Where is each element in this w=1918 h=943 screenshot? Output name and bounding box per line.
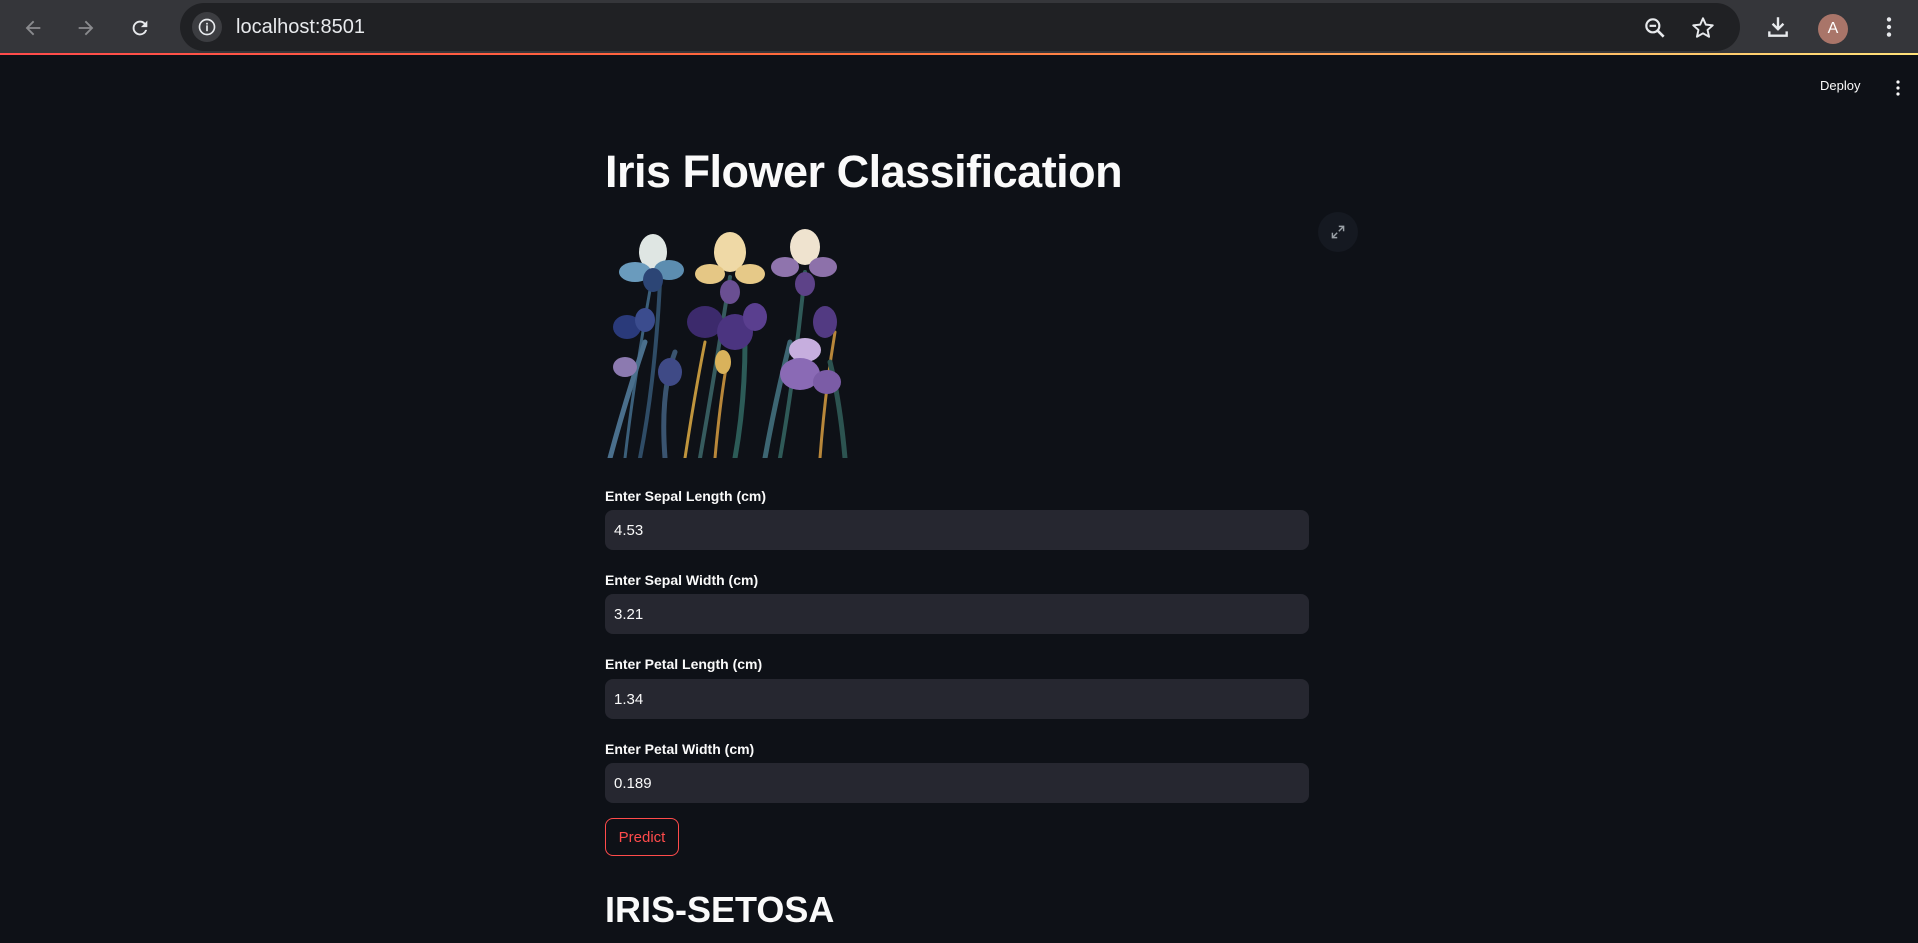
sepal-length-label: Enter Sepal Length (cm) bbox=[605, 488, 767, 504]
petal-width-label: Enter Petal Width (cm) bbox=[605, 741, 755, 757]
zoom-icon[interactable] bbox=[1642, 15, 1668, 41]
browser-toolbar: localhost:8501 A bbox=[0, 0, 1918, 55]
sepal-length-input[interactable] bbox=[605, 510, 1309, 550]
sepal-width-label: Enter Sepal Width (cm) bbox=[605, 572, 759, 588]
back-arrow-icon[interactable] bbox=[15, 11, 51, 45]
petal-length-input[interactable] bbox=[605, 679, 1309, 719]
loading-gradient-bar bbox=[0, 53, 1918, 55]
petal-width-input[interactable] bbox=[605, 763, 1309, 803]
predict-button[interactable]: Predict bbox=[605, 818, 679, 856]
kebab-menu-icon[interactable] bbox=[1876, 14, 1902, 40]
prediction-result: IRIS-SETOSA bbox=[605, 889, 835, 930]
bookmark-star-icon[interactable] bbox=[1690, 15, 1716, 41]
expand-icon bbox=[1331, 225, 1345, 239]
sepal-width-input[interactable] bbox=[605, 594, 1309, 634]
address-bar[interactable]: localhost:8501 bbox=[180, 3, 1740, 51]
fullscreen-button[interactable] bbox=[1318, 212, 1358, 252]
petal-length-label: Enter Petal Length (cm) bbox=[605, 656, 763, 672]
download-icon[interactable] bbox=[1765, 14, 1791, 40]
reload-icon[interactable] bbox=[122, 11, 158, 45]
url-text[interactable]: localhost:8501 bbox=[236, 16, 365, 39]
page-title: Iris Flower Classification bbox=[605, 146, 1123, 197]
avatar-initial: A bbox=[1827, 20, 1839, 37]
info-icon[interactable] bbox=[192, 12, 222, 42]
iris-flowers-image bbox=[607, 229, 848, 458]
deploy-button[interactable]: Deploy bbox=[1820, 78, 1860, 93]
profile-avatar[interactable]: A bbox=[1818, 14, 1848, 44]
forward-arrow-icon[interactable] bbox=[68, 11, 104, 45]
app-menu-icon[interactable] bbox=[1888, 78, 1908, 98]
